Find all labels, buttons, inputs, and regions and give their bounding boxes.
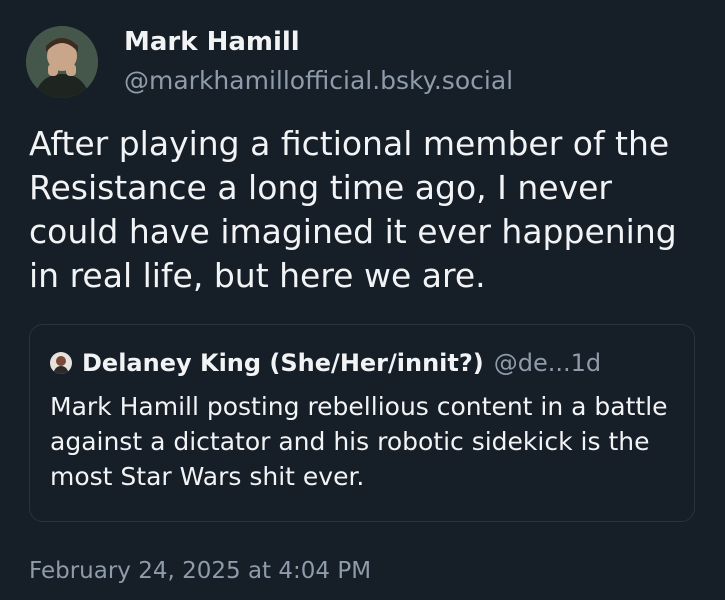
post: Mark Hamill @markhamillofficial.bsky.soc… xyxy=(0,0,725,600)
post-timestamp: February 24, 2025 at 4:04 PM xyxy=(29,558,372,584)
author-handle[interactable]: @markhamillofficial.bsky.social xyxy=(124,66,513,95)
quote-author-avatar[interactable] xyxy=(50,352,72,374)
quote-author-name[interactable]: Delaney King (She/Her/innit?) xyxy=(82,349,484,377)
quote-author-handle[interactable]: @de... xyxy=(494,349,571,377)
author-name[interactable]: Mark Hamill xyxy=(124,27,300,57)
quoted-post-text: Mark Hamill posting rebellious content i… xyxy=(50,392,668,491)
quoted-post-card[interactable]: Delaney King (She/Her/innit?) @de... 1d … xyxy=(29,324,695,522)
quoted-post-header: Delaney King (She/Her/innit?) @de... 1d xyxy=(50,349,601,377)
quote-post-age: 1d xyxy=(570,349,602,377)
author-avatar[interactable] xyxy=(26,26,98,98)
post-text: After playing a fictional member of the … xyxy=(29,124,677,295)
